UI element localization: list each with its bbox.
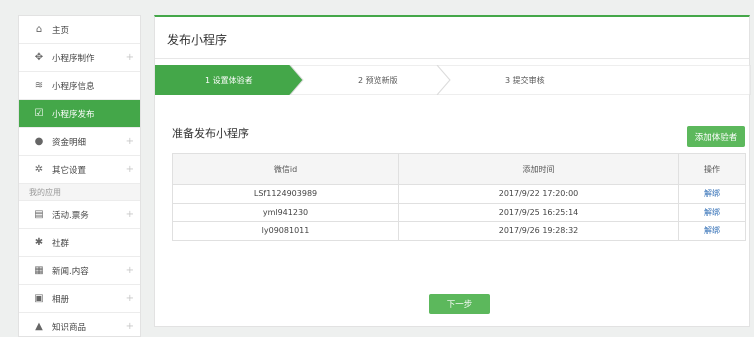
nav-item-label: 新闻.内容: [52, 266, 89, 277]
nav-item-mini-program-publish[interactable]: ☑ 小程序发布: [19, 100, 140, 128]
next-step-button[interactable]: 下一步: [429, 294, 490, 314]
cell-added-time: 2017/9/22 17:20:00: [398, 184, 679, 204]
expand-plus-icon[interactable]: +: [126, 52, 134, 63]
nav-item-knowledge-goods[interactable]: ▲ 知识商品 +: [19, 313, 140, 337]
add-tester-button[interactable]: 添加体验者: [687, 126, 745, 147]
nav-item-events-tickets[interactable]: ▤ 活动.票务 +: [19, 201, 140, 229]
graduation-cap-icon: ▲: [35, 321, 43, 332]
cell-action: 解绑: [678, 184, 746, 204]
money-bag-icon: ●: [34, 136, 44, 147]
table-header-row: 微信id 添加时间 操作: [172, 153, 746, 185]
expand-plus-icon[interactable]: +: [126, 209, 134, 220]
column-header-added-time: 添加时间: [398, 153, 679, 185]
step-2-label: 2 预览新版: [358, 76, 398, 85]
expand-plus-icon[interactable]: +: [126, 321, 134, 332]
main-panel: 发布小程序 1 设置体验者 2 预览新版 3 提交审核 准备发布小程序 添加体验…: [154, 15, 751, 327]
nav-item-album[interactable]: ▣ 相册 +: [19, 285, 140, 313]
nav-item-label: 社群: [52, 238, 70, 249]
cell-action: 解绑: [678, 202, 746, 222]
testers-table: 微信id 添加时间 操作 LSf1124903989 2017/9/22 17:…: [172, 153, 746, 241]
cell-wechat-id: ly09081011: [172, 221, 399, 241]
nav-item-label: 相册: [52, 294, 70, 305]
table-row: yml941230 2017/9/25 16:25:14 解绑: [172, 202, 746, 222]
table-row: LSf1124903989 2017/9/22 17:20:00 解绑: [172, 184, 746, 204]
nav-item-label: 资金明细: [52, 137, 87, 148]
nav-item-community[interactable]: ✱ 社群: [19, 229, 140, 257]
nav-item-news-content[interactable]: ▦ 新闻.内容 +: [19, 257, 140, 285]
nav-item-mini-program-info[interactable]: ≋ 小程序信息: [19, 72, 140, 100]
nav-item-label: 小程序制作: [52, 53, 95, 64]
page-title: 发布小程序: [167, 33, 228, 47]
step-progress: 1 设置体验者 2 预览新版 3 提交审核: [155, 65, 751, 95]
step-3-label: 3 提交审核: [505, 76, 545, 85]
nav-item-label: 小程序发布: [52, 109, 95, 120]
nav-item-label: 活动.票务: [52, 210, 89, 221]
photo-icon: ▣: [34, 293, 44, 304]
unbind-link[interactable]: 解绑: [704, 226, 720, 235]
step-1-label: 1 设置体验者: [205, 76, 253, 85]
nav-item-label: 其它设置: [52, 165, 87, 176]
sidebar: ⌂ 主页 ✥ 小程序制作 + ≋ 小程序信息 ☑ 小程序发布 ● 资金明细 + …: [18, 15, 141, 337]
community-icon: ✱: [34, 237, 44, 248]
nav-item-home[interactable]: ⌂ 主页: [19, 16, 140, 44]
sidebar-section-my-apps: 我的应用: [19, 184, 140, 201]
column-header-wechat-id: 微信id: [172, 153, 399, 185]
gear-icon: ✲: [34, 164, 44, 175]
move-icon: ✥: [34, 52, 44, 63]
nav-item-funds-detail[interactable]: ● 资金明细 +: [19, 128, 140, 156]
news-icon: ▦: [34, 265, 44, 276]
cell-added-time: 2017/9/25 16:25:14: [398, 202, 679, 222]
nav-item-mini-program-build[interactable]: ✥ 小程序制作 +: [19, 44, 140, 72]
nav-item-label: 小程序信息: [52, 81, 95, 92]
cell-wechat-id: yml941230: [172, 202, 399, 222]
nav-item-label: 知识商品: [52, 322, 87, 333]
layers-icon: ≋: [34, 80, 44, 91]
cell-action: 解绑: [678, 221, 746, 241]
nav-item-other-settings[interactable]: ✲ 其它设置 +: [19, 156, 140, 184]
cell-added-time: 2017/9/26 19:28:32: [398, 221, 679, 241]
ticket-icon: ▤: [34, 209, 44, 220]
table-row: ly09081011 2017/9/26 19:28:32 解绑: [172, 221, 746, 241]
step-3-arrow: [436, 65, 751, 95]
unbind-link[interactable]: 解绑: [704, 208, 720, 217]
column-header-action: 操作: [678, 153, 746, 185]
checkbox-icon: ☑: [34, 108, 44, 119]
expand-plus-icon[interactable]: +: [126, 164, 134, 175]
expand-plus-icon[interactable]: +: [126, 136, 134, 147]
nav-item-label: 主页: [52, 25, 70, 36]
cell-wechat-id: LSf1124903989: [172, 184, 399, 204]
expand-plus-icon[interactable]: +: [126, 265, 134, 276]
expand-plus-icon[interactable]: +: [126, 293, 134, 304]
unbind-link[interactable]: 解绑: [704, 189, 720, 198]
section-title: 准备发布小程序: [172, 127, 249, 140]
home-icon: ⌂: [35, 24, 43, 35]
title-divider: [155, 58, 749, 59]
